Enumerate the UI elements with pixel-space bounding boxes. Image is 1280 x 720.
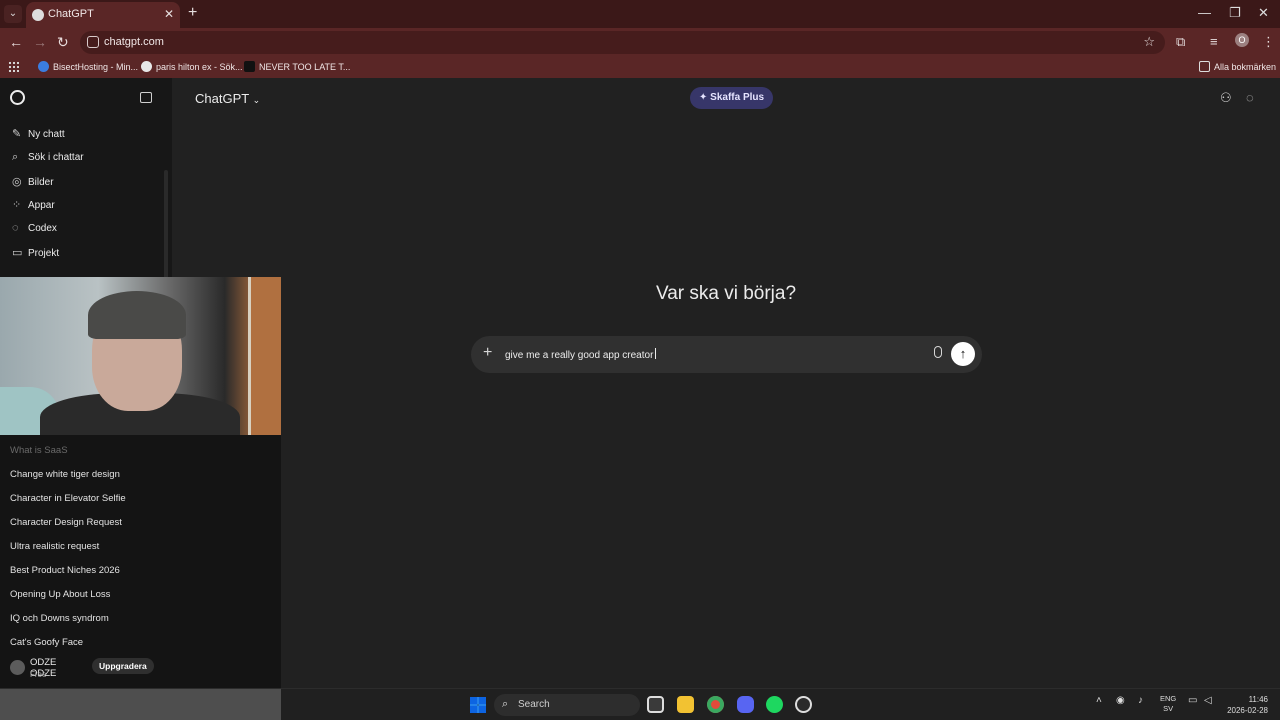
microphone-icon[interactable] (934, 346, 942, 358)
url-text: chatgpt.com (104, 36, 164, 48)
media-controls-icon[interactable]: ≡ (1210, 34, 1218, 49)
history-item[interactable]: Best Product Niches 2026 (10, 565, 120, 576)
search-icon: ⌕ (12, 151, 19, 163)
tab-title: ChatGPT (48, 8, 94, 20)
bookmark-item[interactable]: paris hilton ex - Sök... (141, 61, 243, 72)
network-tray-icon[interactable]: ◉ (1116, 695, 1125, 706)
language-indicator[interactable]: ENG SV (1160, 694, 1176, 714)
extensions-icon[interactable]: ⧉ (1176, 34, 1185, 50)
prompt-input[interactable]: give me a really good app creator (505, 348, 656, 361)
google-icon (141, 61, 152, 72)
images-icon: ◎ (12, 176, 22, 188)
forward-button[interactable]: → (33, 34, 47, 50)
upgrade-button[interactable]: Uppgradera (92, 658, 154, 674)
history-item[interactable]: Cat's Goofy Face (10, 637, 83, 648)
new-tab-button[interactable]: + (188, 4, 197, 22)
sidebar-item-projects[interactable]: ▭ Projekt (12, 246, 59, 259)
browser-toolbar: ← → ↻ chatgpt.com ☆ ⧉ ≡ O ⋮ (0, 28, 1280, 56)
restore-button[interactable]: ❐ (1229, 5, 1241, 21)
taskbar-overlay-strip (0, 689, 281, 720)
task-view-icon[interactable] (647, 696, 664, 713)
address-bar[interactable]: chatgpt.com ☆ (80, 31, 1165, 54)
webcam-door (248, 277, 281, 435)
close-window-button[interactable]: ✕ (1258, 5, 1269, 21)
bookmark-star-icon[interactable]: ☆ (1143, 34, 1155, 50)
spotify-icon[interactable] (766, 696, 783, 713)
app-icon[interactable] (795, 696, 812, 713)
sidebar-item-new-chat[interactable]: ✎ Ny chatt (12, 127, 65, 140)
send-button[interactable]: ↑ (951, 342, 975, 366)
browser-tab[interactable]: ChatGPT ✕ (26, 2, 180, 28)
tray-overflow-icon[interactable]: ˄ (1096, 695, 1102, 706)
chat-history-panel: What is SaaS Change white tiger design C… (0, 435, 281, 688)
history-item[interactable]: Character in Elevator Selfie (10, 493, 126, 504)
folder-icon: ▭ (12, 247, 23, 259)
close-tab-icon[interactable]: ✕ (164, 7, 174, 21)
avatar (10, 660, 25, 675)
reload-button[interactable]: ↻ (57, 34, 69, 51)
site-icon (244, 61, 255, 72)
chevron-down-icon: ⌄ (252, 95, 261, 105)
bookmark-item[interactable]: BisectHosting - Min... (38, 61, 138, 72)
screen: ⌄ ChatGPT ✕ + — ❐ ✕ ← → ↻ chatgpt.com ☆ … (0, 0, 1280, 720)
sidebar-item-apps[interactable]: ⁘ Appar (12, 198, 55, 211)
webcam-person-beanie (88, 291, 186, 339)
windows-start-icon[interactable] (470, 697, 486, 713)
profile-avatar[interactable]: O (1235, 33, 1249, 47)
browser-tab-bar: ⌄ ChatGPT ✕ + — ❐ ✕ (0, 0, 1280, 28)
display-tray-icon[interactable]: ▭ (1188, 695, 1197, 706)
chatgpt-favicon-icon (32, 9, 44, 21)
apps-icon: ⁘ (12, 199, 22, 211)
apps-grid-icon[interactable] (8, 61, 19, 72)
bookmark-item[interactable]: NEVER TOO LATE T... (244, 61, 350, 72)
page-title: Var ska vi börja? (655, 283, 797, 304)
system-clock[interactable]: 11:46 2026-02-28 (1226, 694, 1268, 716)
history-item[interactable]: Ultra realistic request (10, 541, 99, 552)
discord-icon[interactable] (737, 696, 754, 713)
sidebar-item-codex[interactable]: ◌ Codex (12, 222, 57, 234)
site-info-icon[interactable] (87, 36, 99, 48)
share-user-icon[interactable]: ⚇ (1220, 90, 1232, 106)
model-selector[interactable]: ChatGPT ⌄ (195, 91, 260, 106)
get-plus-button[interactable]: ✦ Skaffa Plus (690, 87, 774, 109)
webcam-overlay (0, 277, 281, 435)
taskbar-search[interactable]: ⌕ Search (494, 694, 640, 716)
codex-icon: ◌ (12, 222, 19, 234)
minimize-button[interactable]: — (1198, 5, 1211, 20)
history-item[interactable]: IQ och Downs syndrom (10, 613, 109, 624)
windows-taskbar: ⌕ Search ˄ ◉ ♪ ENG SV ▭ ◁ 11:46 2026-02-28 (0, 688, 1280, 720)
chat-composer: + give me a really good app creator ↑ (471, 336, 982, 373)
history-item[interactable]: Opening Up About Loss (10, 589, 110, 600)
add-attachment-icon[interactable]: + (483, 344, 492, 362)
sidebar-item-search[interactable]: ⌕ Sök i chattar (12, 151, 84, 164)
more-menu-icon[interactable]: ⋮ (1262, 34, 1275, 50)
openai-logo-icon[interactable] (10, 90, 25, 105)
temporary-chat-icon[interactable]: ◌ (1246, 90, 1254, 105)
sidebar-item-images[interactable]: ◎ Bilder (12, 175, 54, 188)
back-button[interactable]: ← (9, 34, 23, 50)
chrome-icon[interactable] (707, 696, 724, 713)
taskbar-search-label: Search (518, 699, 550, 710)
edit-icon: ✎ (12, 128, 22, 140)
history-item[interactable]: Character Design Request (10, 517, 122, 528)
microphone-tray-icon[interactable]: ♪ (1138, 695, 1143, 706)
volume-icon[interactable]: ◁ (1204, 695, 1212, 706)
sidebar-toggle-icon[interactable] (140, 92, 152, 103)
file-explorer-icon[interactable] (677, 696, 694, 713)
history-item[interactable]: Change white tiger design (10, 469, 120, 480)
all-bookmarks-button[interactable]: Alla bokmärken (1199, 61, 1276, 72)
bookmarks-bar: BisectHosting - Min... paris hilton ex -… (0, 56, 1280, 78)
history-item[interactable]: What is SaaS (10, 445, 68, 456)
tab-search-button[interactable]: ⌄ (4, 5, 22, 23)
folder-icon (1199, 61, 1210, 72)
search-icon: ⌕ (502, 698, 509, 710)
sparkle-icon: ✦ (699, 92, 708, 103)
user-plan: Free (30, 670, 47, 679)
bisecthosting-icon (38, 61, 49, 72)
